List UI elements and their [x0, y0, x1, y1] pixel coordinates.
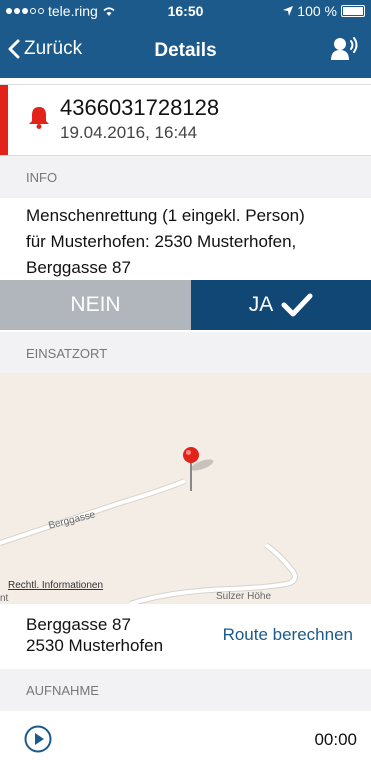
location-arrow-icon — [283, 6, 294, 16]
info-line: für Musterhofen: 2530 Musterhofen, — [26, 232, 297, 251]
address-street: Berggasse 87 — [26, 615, 131, 634]
info-section-header: INFO — [0, 156, 371, 198]
recording-section-header: AUFNAHME — [0, 669, 371, 711]
page-title: Details — [154, 40, 217, 61]
map-street-label: nt — [0, 593, 9, 604]
address-city: 2530 Musterhofen — [26, 636, 164, 655]
location-section-header: EINSATZORT — [0, 332, 371, 374]
bell-icon — [29, 107, 49, 129]
battery-icon — [341, 5, 365, 17]
alarm-datetime: 19.04.2016, 16:44 — [60, 123, 198, 142]
no-button-label: NEIN — [70, 293, 121, 316]
checkmark-icon — [281, 293, 313, 317]
info-line: Berggasse 87 — [26, 258, 131, 277]
calculate-route-button[interactable]: Route berechnen — [223, 625, 353, 645]
audio-player: 00:00 — [0, 711, 371, 769]
speaker-icon — [331, 37, 358, 60]
info-text: Menschenrettung (1 eingekl. Person) für … — [26, 203, 366, 281]
alarm-priority-bar — [0, 85, 8, 155]
info-line: Menschenrettung (1 eingekl. Person) — [26, 206, 305, 225]
map-pin-icon — [183, 447, 214, 491]
legal-info-link[interactable]: Rechtl. Informationen — [8, 580, 103, 591]
address: Berggasse 87 2530 Musterhofen — [26, 614, 163, 656]
status-bar: tele.ring 16:50 100 % — [0, 0, 371, 22]
map-street-label: Sulzer Höhe — [216, 591, 272, 602]
alarm-number: 4366031728128 — [60, 95, 220, 120]
response-buttons: NEIN JA — [0, 280, 371, 330]
battery-label: 100 % — [297, 3, 337, 19]
alarm-header: 4366031728128 19.04.2016, 16:44 — [0, 84, 371, 156]
recording-time: 00:00 — [314, 730, 357, 749]
no-button[interactable]: NEIN — [0, 280, 191, 330]
yes-button-label: JA — [248, 293, 274, 316]
navigation-bar: Zurück Details — [0, 22, 371, 78]
play-icon[interactable] — [24, 725, 52, 753]
map-view[interactable]: Berggasse Sulzer Höhe nt Rechtl. Informa… — [0, 373, 371, 604]
speaker-button[interactable] — [331, 36, 359, 65]
yes-button[interactable]: JA — [191, 280, 371, 330]
